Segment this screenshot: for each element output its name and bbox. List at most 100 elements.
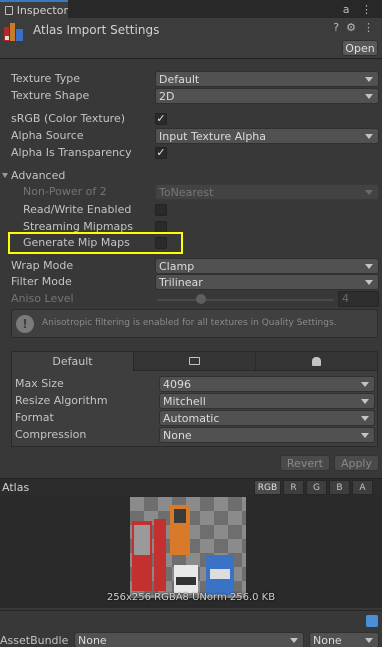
more-icon[interactable]: ⋮ bbox=[363, 21, 374, 34]
settings-icon[interactable]: ⚙ bbox=[346, 21, 356, 34]
tab-menu-icon[interactable]: a ⋮ bbox=[343, 3, 376, 16]
filter-mode-label: Filter Mode bbox=[11, 275, 72, 288]
chevron-down-icon bbox=[365, 134, 373, 139]
chevron-down-icon bbox=[361, 416, 369, 421]
texture-shape-dropdown[interactable]: 2D bbox=[155, 88, 379, 104]
srgb-label: sRGB (Color Texture) bbox=[11, 112, 126, 125]
tab-standalone-platform[interactable] bbox=[134, 352, 256, 371]
read-write-row: Read/Write Enabled bbox=[0, 202, 382, 219]
asset-bundle-variant-dropdown[interactable]: None bbox=[309, 632, 379, 647]
chevron-down-icon bbox=[365, 280, 373, 285]
alpha-source-value: Input Texture Alpha bbox=[159, 129, 267, 143]
vehicle-sprites-image bbox=[132, 505, 234, 595]
preview-toolbar: Atlas RGB R G B A bbox=[0, 478, 382, 495]
wrap-mode-value: Clamp bbox=[159, 259, 195, 273]
tab-android-platform[interactable] bbox=[256, 352, 377, 371]
non-power-of-2-label: Non-Power of 2 bbox=[23, 185, 107, 198]
format-dropdown[interactable]: Automatic bbox=[159, 410, 375, 426]
srgb-row: sRGB (Color Texture) ✓ bbox=[0, 111, 382, 128]
channel-b-button[interactable]: B bbox=[329, 480, 350, 495]
alpha-source-dropdown[interactable]: Input Texture Alpha bbox=[155, 128, 379, 144]
read-write-checkbox[interactable] bbox=[155, 204, 167, 216]
chevron-down-icon bbox=[361, 382, 369, 387]
filter-mode-row: Filter Mode Trilinear bbox=[0, 274, 382, 291]
preview-info-text: 256x256 RGBA8 UNorm 256.0 KB bbox=[106, 592, 276, 603]
inspector-icon bbox=[5, 5, 13, 15]
non-power-of-2-value: ToNearest bbox=[159, 185, 214, 199]
texture-type-value: Default bbox=[159, 72, 200, 86]
max-size-label: Max Size bbox=[15, 377, 64, 390]
help-icon[interactable]: ? bbox=[333, 21, 339, 34]
chevron-down-icon bbox=[365, 94, 373, 99]
asset-bundle-dropdown[interactable]: None bbox=[74, 632, 304, 647]
android-icon bbox=[312, 356, 321, 366]
alpha-transparency-checkbox[interactable]: ✓ bbox=[155, 147, 167, 159]
label-tag-icon[interactable] bbox=[366, 615, 378, 627]
chevron-down-icon bbox=[365, 190, 373, 195]
max-size-row: Max Size 4096 bbox=[12, 376, 377, 393]
format-row: Format Automatic bbox=[12, 410, 377, 427]
channel-rgb-button[interactable]: RGB bbox=[254, 480, 281, 495]
alpha-transparency-label: Alpha Is Transparency bbox=[11, 146, 132, 159]
filter-mode-dropdown[interactable]: Trilinear bbox=[155, 274, 379, 290]
read-write-label: Read/Write Enabled bbox=[23, 203, 132, 216]
compression-value: None bbox=[163, 428, 192, 442]
atlas-preview-image bbox=[130, 497, 246, 598]
format-value: Automatic bbox=[163, 411, 220, 425]
chevron-down-icon bbox=[365, 264, 373, 269]
open-button[interactable]: Open bbox=[342, 40, 378, 56]
compression-row: Compression None bbox=[12, 427, 377, 444]
helpbox-text: Anisotropic filtering is enabled for all… bbox=[42, 318, 337, 328]
wrap-mode-label: Wrap Mode bbox=[11, 259, 74, 272]
alpha-source-row: Alpha Source Input Texture Alpha bbox=[0, 128, 382, 145]
texture-shape-label: Texture Shape bbox=[11, 89, 90, 102]
alpha-transparency-row: Alpha Is Transparency ✓ bbox=[0, 145, 382, 162]
aniso-slider-handle bbox=[196, 294, 206, 304]
filter-mode-value: Trilinear bbox=[159, 275, 203, 289]
tab-default-platform[interactable]: Default bbox=[12, 352, 134, 371]
revert-button[interactable]: Revert bbox=[279, 455, 330, 471]
tab-bar: Inspector a ⋮ bbox=[0, 0, 382, 18]
aniso-slider-track bbox=[157, 299, 334, 301]
info-helpbox: ! Anisotropic filtering is enabled for a… bbox=[11, 309, 378, 338]
asset-bundle-value: None bbox=[78, 633, 107, 647]
chevron-down-icon bbox=[361, 433, 369, 438]
resize-algorithm-row: Resize Algorithm Mitchell bbox=[12, 393, 377, 410]
asset-bundle-variant-value: None bbox=[313, 633, 342, 647]
asset-bundle-label: AssetBundle bbox=[0, 634, 69, 647]
compression-label: Compression bbox=[15, 428, 87, 441]
apply-button[interactable]: Apply bbox=[333, 455, 379, 471]
info-icon: ! bbox=[16, 315, 34, 333]
texture-type-label: Texture Type bbox=[11, 72, 81, 85]
channel-g-button[interactable]: G bbox=[306, 480, 327, 495]
inspector-tab[interactable]: Inspector bbox=[0, 0, 68, 18]
texture-preview: 256x256 RGBA8 UNorm 256.0 KB bbox=[0, 495, 382, 608]
platform-settings-panel: Default Max Size 4096 Resize Algorithm M… bbox=[11, 351, 378, 447]
format-label: Format bbox=[15, 411, 54, 424]
wrap-mode-dropdown[interactable]: Clamp bbox=[155, 258, 379, 274]
non-power-of-2-row: Non-Power of 2 ToNearest bbox=[0, 184, 382, 201]
srgb-checkbox[interactable]: ✓ bbox=[155, 113, 167, 125]
compression-dropdown[interactable]: None bbox=[159, 427, 375, 443]
atlas-thumbnail-icon bbox=[4, 23, 23, 41]
aniso-level-row: Aniso Level 4 bbox=[0, 291, 382, 308]
wrap-mode-row: Wrap Mode Clamp bbox=[0, 258, 382, 275]
texture-shape-row: Texture Shape 2D bbox=[0, 88, 382, 105]
chevron-down-icon bbox=[365, 638, 373, 643]
channel-a-button[interactable]: A bbox=[352, 480, 373, 495]
alpha-source-label: Alpha Source bbox=[11, 129, 84, 142]
preview-title: Atlas bbox=[2, 481, 30, 494]
resize-algorithm-label: Resize Algorithm bbox=[15, 394, 108, 407]
monitor-icon bbox=[189, 357, 200, 365]
channel-r-button[interactable]: R bbox=[283, 480, 304, 495]
tab-default-label: Default bbox=[52, 355, 93, 368]
tab-label: Inspector bbox=[16, 3, 68, 17]
max-size-value: 4096 bbox=[163, 377, 191, 391]
advanced-label: Advanced bbox=[11, 169, 66, 182]
max-size-dropdown[interactable]: 4096 bbox=[159, 376, 375, 392]
advanced-foldout[interactable]: Advanced bbox=[0, 168, 382, 185]
asset-bundle-bar: AssetBundle None None bbox=[0, 610, 382, 647]
texture-shape-value: 2D bbox=[159, 89, 175, 103]
resize-algorithm-dropdown[interactable]: Mitchell bbox=[159, 393, 375, 409]
texture-type-dropdown[interactable]: Default bbox=[155, 71, 379, 87]
